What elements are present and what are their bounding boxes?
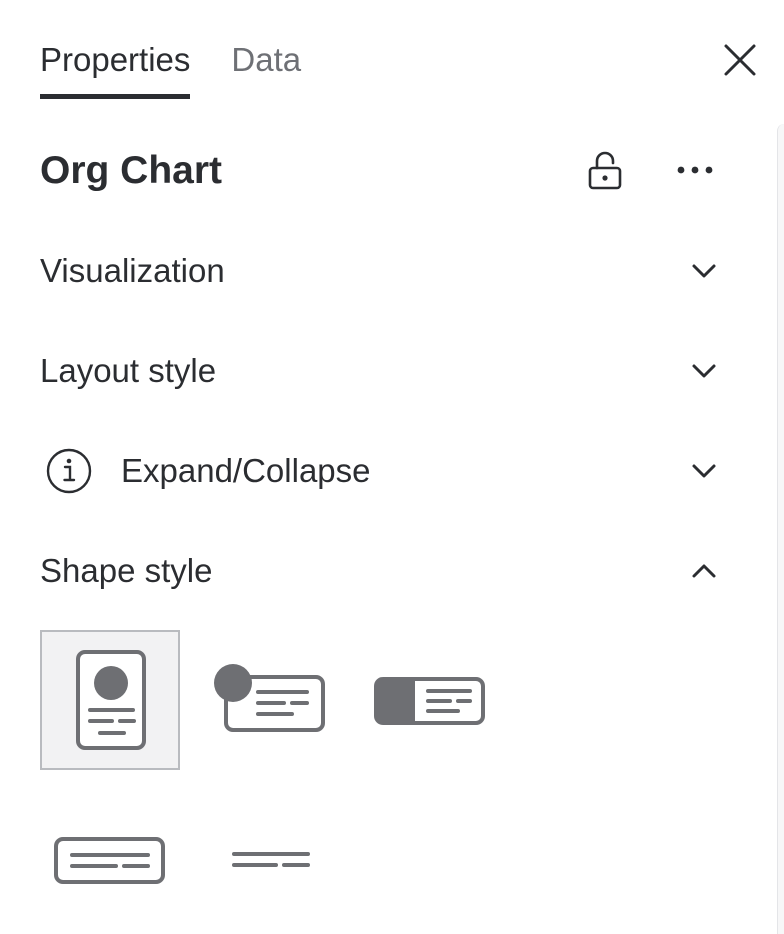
- section-expand-collapse[interactable]: Expand/Collapse: [40, 441, 730, 501]
- properties-panel: Properties Data Org Chart Visualization …: [0, 0, 784, 934]
- scrollbar-track[interactable]: [777, 124, 784, 934]
- shape-style-horizontal-card-badge[interactable]: [200, 650, 340, 750]
- chevron-down-icon: [692, 464, 716, 478]
- section-visualization-label: Visualization: [40, 252, 225, 289]
- unlock-icon: [588, 151, 622, 190]
- vertical-card-icon: [76, 650, 146, 750]
- panel-title: Org Chart: [40, 149, 223, 192]
- chevron-up-icon: [692, 564, 716, 578]
- section-expand-collapse-label: Expand/Collapse: [121, 452, 371, 489]
- section-layout-style[interactable]: Layout style: [40, 341, 730, 401]
- shape-style-text-only[interactable]: [210, 820, 330, 900]
- info-icon[interactable]: [44, 446, 94, 496]
- section-visualization[interactable]: Visualization: [40, 241, 730, 301]
- color-block-card-icon: [374, 677, 485, 725]
- shape-style-color-block-card[interactable]: [360, 660, 500, 740]
- shape-style-vertical-card[interactable]: [40, 630, 180, 770]
- tab-properties[interactable]: Properties: [40, 38, 191, 100]
- more-options-button[interactable]: [672, 150, 718, 190]
- chevron-down-icon: [692, 364, 716, 378]
- section-shape-style-label: Shape style: [40, 552, 213, 589]
- lock-toggle-button[interactable]: [582, 148, 628, 194]
- close-icon: [724, 44, 756, 76]
- tab-data[interactable]: Data: [231, 38, 301, 100]
- text-only-icon: [232, 852, 310, 867]
- section-shape-style[interactable]: Shape style: [40, 541, 730, 601]
- shape-style-text-card[interactable]: [40, 820, 180, 900]
- panel-tabs: Properties Data: [40, 38, 301, 100]
- section-layout-style-label: Layout style: [40, 352, 217, 389]
- text-card-icon: [54, 837, 165, 884]
- horizontal-card-badge-icon: [214, 664, 325, 732]
- more-horizontal-icon: [677, 166, 713, 174]
- chevron-down-icon: [692, 264, 716, 278]
- close-button[interactable]: [718, 38, 762, 82]
